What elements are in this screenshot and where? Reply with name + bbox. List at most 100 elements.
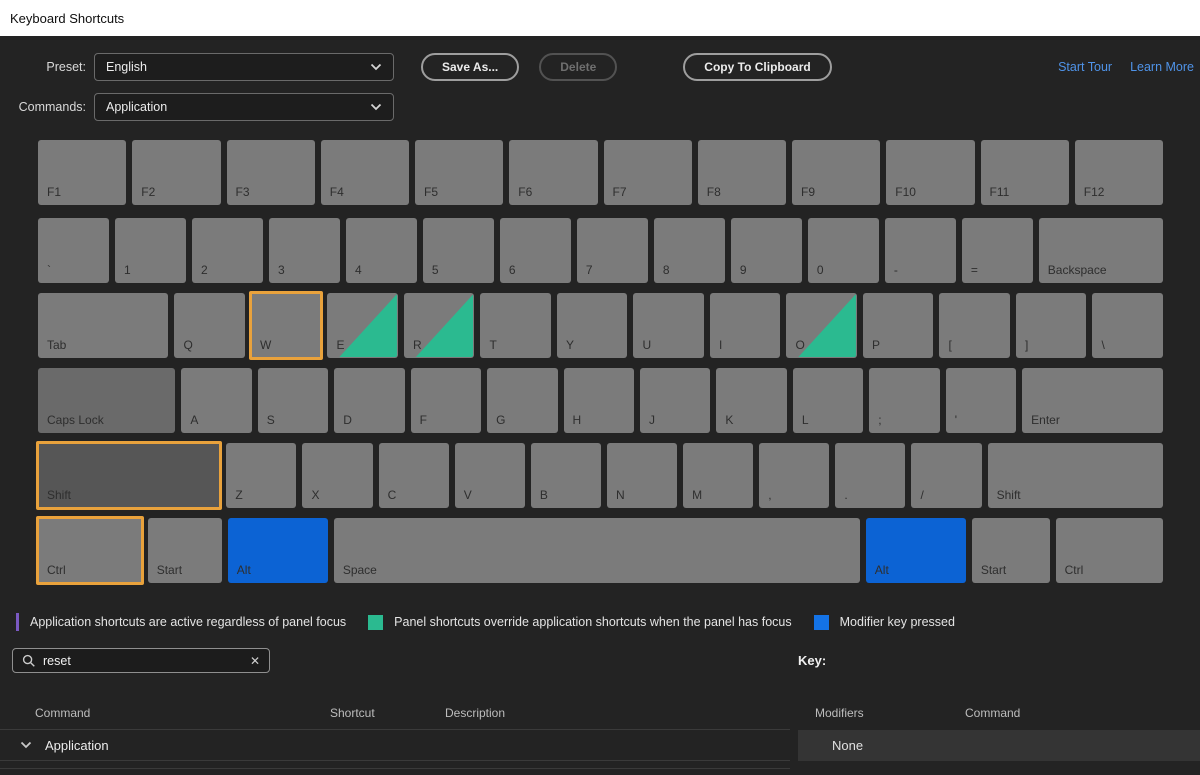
search-input[interactable]: [43, 654, 243, 668]
key-f[interactable]: F: [411, 368, 481, 433]
key-6[interactable]: 6: [500, 218, 571, 283]
keyboard-row: `1 2 3 4 5 6789 0 - =Backspace: [38, 218, 1163, 283]
key-a[interactable]: A: [181, 368, 251, 433]
key-label: F5: [424, 185, 438, 199]
key-slash[interactable]: /: [911, 443, 981, 508]
copy-to-clipboard-button[interactable]: Copy To Clipboard: [683, 53, 831, 81]
key-t[interactable]: T: [480, 293, 551, 358]
save-as-button[interactable]: Save As...: [421, 53, 519, 81]
key-9[interactable]: 9: [731, 218, 802, 283]
delete-button[interactable]: Delete: [539, 53, 617, 81]
key-f9[interactable]: F9: [792, 140, 880, 205]
key-label: F11: [990, 185, 1010, 199]
key-period[interactable]: .: [835, 443, 905, 508]
key-bracket-left[interactable]: [: [939, 293, 1010, 358]
key-label: Start: [981, 563, 1006, 577]
key-start-left[interactable]: Start: [148, 518, 222, 583]
commands-dropdown[interactable]: Application: [94, 93, 394, 121]
command-group-application[interactable]: Application: [0, 730, 790, 761]
key-3[interactable]: 3: [269, 218, 340, 283]
key-shift-right[interactable]: Shift: [988, 443, 1163, 508]
key-f10[interactable]: F10: [886, 140, 974, 205]
key-ctrl-right[interactable]: Ctrl: [1056, 518, 1163, 583]
key-f11[interactable]: F11: [981, 140, 1069, 205]
key-n[interactable]: N: [607, 443, 677, 508]
key-label: 5: [432, 263, 439, 277]
key-label: F6: [518, 185, 532, 199]
key-k[interactable]: K: [716, 368, 786, 433]
key-h[interactable]: H: [564, 368, 634, 433]
key-label: F9: [801, 185, 815, 199]
key-c[interactable]: C: [379, 443, 449, 508]
key-b[interactable]: B: [531, 443, 601, 508]
key-label: 2: [201, 263, 208, 277]
panel-shortcut-swatch: [368, 615, 383, 630]
key-space[interactable]: Space: [334, 518, 860, 583]
key-f8[interactable]: F8: [698, 140, 786, 205]
key-y[interactable]: Y: [557, 293, 628, 358]
key-d[interactable]: D: [334, 368, 404, 433]
key-caps-lock[interactable]: Caps Lock: [38, 368, 175, 433]
key-z[interactable]: Z: [226, 443, 296, 508]
key-label: 0: [817, 263, 824, 277]
key-u[interactable]: U: [633, 293, 704, 358]
key-8[interactable]: 8: [654, 218, 725, 283]
key-f5[interactable]: F5: [415, 140, 503, 205]
key-x[interactable]: X: [302, 443, 372, 508]
key-label: Z: [235, 488, 242, 502]
start-tour-link[interactable]: Start Tour: [1058, 60, 1112, 74]
key-shift-left[interactable]: Shift: [38, 443, 220, 508]
key-equals[interactable]: =: [962, 218, 1033, 283]
key-alt-right[interactable]: Alt: [866, 518, 966, 583]
key-0[interactable]: 0: [808, 218, 879, 283]
key-o[interactable]: O: [786, 293, 857, 358]
key-7[interactable]: 7: [577, 218, 648, 283]
learn-more-link[interactable]: Learn More: [1130, 60, 1194, 74]
key-s[interactable]: S: [258, 368, 328, 433]
key-backquote[interactable]: `: [38, 218, 109, 283]
key-p[interactable]: P: [863, 293, 934, 358]
key-backspace[interactable]: Backspace: [1039, 218, 1163, 283]
key-f2[interactable]: F2: [132, 140, 220, 205]
key-alt-left[interactable]: Alt: [228, 518, 328, 583]
key-tab[interactable]: Tab: [38, 293, 168, 358]
key-semicolon[interactable]: ;: [869, 368, 939, 433]
key-f4[interactable]: F4: [321, 140, 409, 205]
key-minus[interactable]: -: [885, 218, 956, 283]
key-f7[interactable]: F7: [604, 140, 692, 205]
key-label: -: [894, 263, 898, 277]
key-w[interactable]: W: [251, 293, 322, 358]
key-4[interactable]: 4: [346, 218, 417, 283]
key-label: 3: [278, 263, 285, 277]
key-enter[interactable]: Enter: [1022, 368, 1163, 433]
key-j[interactable]: J: [640, 368, 710, 433]
preset-dropdown[interactable]: English: [94, 53, 394, 81]
key-l[interactable]: L: [793, 368, 863, 433]
shortcut-tables: Command Shortcut Description Application…: [0, 701, 1200, 769]
key-e[interactable]: E: [327, 293, 398, 358]
key-backslash[interactable]: \: [1092, 293, 1163, 358]
key-2[interactable]: 2: [192, 218, 263, 283]
key-f3[interactable]: F3: [227, 140, 315, 205]
key-ctrl-left[interactable]: Ctrl: [38, 518, 142, 583]
key-f6[interactable]: F6: [509, 140, 597, 205]
key-5[interactable]: 5: [423, 218, 494, 283]
key-v[interactable]: V: [455, 443, 525, 508]
key-comma[interactable]: ,: [759, 443, 829, 508]
commands-value: Application: [106, 100, 167, 114]
clear-search-icon[interactable]: ✕: [250, 655, 260, 667]
key-1[interactable]: 1: [115, 218, 186, 283]
key-r[interactable]: R: [404, 293, 475, 358]
key-g[interactable]: G: [487, 368, 557, 433]
modifier-row-none[interactable]: None: [798, 730, 1200, 761]
key-i[interactable]: I: [710, 293, 781, 358]
key-f12[interactable]: F12: [1075, 140, 1163, 205]
key-label: Shift: [47, 488, 71, 502]
search-box[interactable]: ✕: [12, 648, 270, 673]
key-quote[interactable]: ': [946, 368, 1016, 433]
key-m[interactable]: M: [683, 443, 753, 508]
key-start-right[interactable]: Start: [972, 518, 1050, 583]
key-bracket-right[interactable]: ]: [1016, 293, 1087, 358]
key-f1[interactable]: F1: [38, 140, 126, 205]
key-q[interactable]: Q: [174, 293, 245, 358]
